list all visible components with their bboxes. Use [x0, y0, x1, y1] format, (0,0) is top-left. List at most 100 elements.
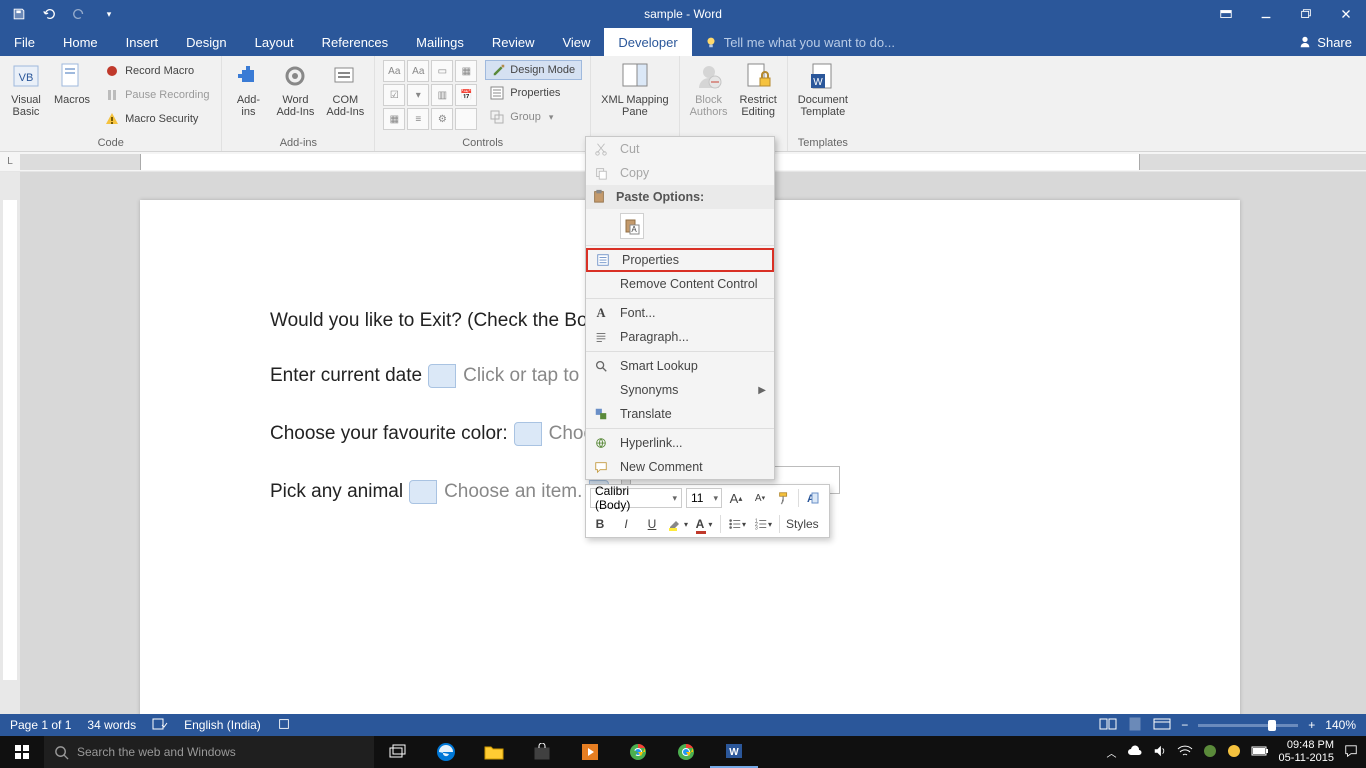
onedrive-icon[interactable]: [1127, 745, 1143, 760]
controls-gallery[interactable]: AaAa▭▦ ☑▾▥📅 ▦≡⚙: [379, 58, 481, 132]
font-color-icon[interactable]: A▾: [694, 514, 714, 534]
tab-review[interactable]: Review: [478, 28, 549, 56]
xml-mapping-pane-button[interactable]: XML Mapping Pane: [595, 58, 674, 120]
minimize-button[interactable]: [1246, 3, 1286, 25]
zoom-out-button[interactable]: −: [1181, 718, 1188, 732]
ctrl-icon[interactable]: ⚙: [431, 108, 453, 130]
close-button[interactable]: [1326, 3, 1366, 25]
action-center-icon[interactable]: [1344, 744, 1358, 761]
numbering-icon[interactable]: 123▾: [753, 514, 773, 534]
ctrl-icon[interactable]: 📅: [455, 84, 477, 106]
ctrl-icon[interactable]: Aa: [383, 60, 405, 82]
date-picker-control[interactable]: Click or tap to e: [428, 362, 602, 390]
underline-icon[interactable]: U: [642, 514, 662, 534]
format-painter-icon[interactable]: [774, 488, 794, 508]
highlight-icon[interactable]: ▾: [668, 514, 688, 534]
styles-button[interactable]: Styles: [786, 514, 819, 534]
dropdown-control[interactable]: Choose an item.: [409, 478, 609, 506]
ctx-translate[interactable]: Translate: [586, 402, 774, 426]
paste-keep-text-icon[interactable]: A: [620, 213, 644, 239]
language-indicator[interactable]: English (India): [184, 718, 261, 732]
tab-mailings[interactable]: Mailings: [402, 28, 478, 56]
macro-record-icon[interactable]: [277, 717, 291, 734]
tab-design[interactable]: Design: [172, 28, 240, 56]
tray-app-icon-2[interactable]: [1227, 744, 1241, 761]
tab-home[interactable]: Home: [49, 28, 112, 56]
ctrl-icon[interactable]: ≡: [407, 108, 429, 130]
ctx-paragraph[interactable]: Paragraph...: [586, 325, 774, 349]
ctx-synonyms[interactable]: Synonyms▶: [586, 378, 774, 402]
tell-me-search[interactable]: Tell me what you want to do...: [692, 28, 907, 56]
task-view-icon[interactable]: [374, 736, 422, 768]
restore-button[interactable]: [1286, 3, 1326, 25]
vertical-ruler[interactable]: [0, 172, 20, 736]
save-icon[interactable]: [8, 3, 30, 25]
italic-icon[interactable]: I: [616, 514, 636, 534]
macro-security-button[interactable]: Macro Security: [100, 108, 213, 130]
zoom-level[interactable]: 140%: [1325, 718, 1356, 732]
visual-basic-button[interactable]: VB Visual Basic: [4, 58, 48, 120]
ctx-hyperlink[interactable]: Hyperlink...: [586, 431, 774, 455]
ctx-properties[interactable]: Properties: [586, 248, 774, 272]
share-button[interactable]: Share: [1284, 28, 1366, 56]
font-size-selector[interactable]: 11: [686, 488, 722, 508]
ctrl-icon[interactable]: Aa: [407, 60, 429, 82]
design-mode-button[interactable]: Design Mode: [485, 60, 582, 80]
word-count[interactable]: 34 words: [87, 718, 136, 732]
spellcheck-icon[interactable]: [152, 717, 168, 734]
document-template-button[interactable]: WDocument Template: [792, 58, 854, 120]
ctx-smart-lookup[interactable]: Smart Lookup: [586, 354, 774, 378]
tray-chevron-icon[interactable]: ︿: [1107, 745, 1117, 760]
bullets-icon[interactable]: ▾: [727, 514, 747, 534]
file-explorer-icon[interactable]: [470, 736, 518, 768]
tab-selector[interactable]: L: [0, 152, 20, 172]
zoom-slider[interactable]: [1198, 724, 1298, 727]
ribbon-options-icon[interactable]: [1206, 3, 1246, 25]
grow-font-icon[interactable]: A▴: [726, 488, 746, 508]
pause-recording-button[interactable]: Pause Recording: [100, 84, 213, 106]
tray-app-icon[interactable]: [1203, 744, 1217, 761]
ctrl-icon[interactable]: ▥: [431, 84, 453, 106]
word-taskbar-icon[interactable]: W: [710, 736, 758, 768]
macros-button[interactable]: Macros: [48, 58, 96, 108]
wifi-icon[interactable]: [1177, 745, 1193, 760]
restrict-editing-button[interactable]: Restrict Editing: [734, 58, 783, 120]
media-player-icon[interactable]: [566, 736, 614, 768]
battery-icon[interactable]: [1251, 745, 1269, 759]
volume-icon[interactable]: [1153, 744, 1167, 761]
tab-references[interactable]: References: [308, 28, 402, 56]
font-family-selector[interactable]: Calibri (Body): [590, 488, 682, 508]
ctrl-icon[interactable]: ▦: [383, 108, 405, 130]
styles-icon[interactable]: A: [803, 488, 819, 508]
chrome-icon-2[interactable]: [662, 736, 710, 768]
com-addins-button[interactable]: COM Add-Ins: [320, 58, 370, 120]
print-layout-icon[interactable]: [1127, 717, 1143, 734]
edge-icon[interactable]: [422, 736, 470, 768]
store-icon[interactable]: [518, 736, 566, 768]
ctx-font[interactable]: AFont...: [586, 301, 774, 325]
tab-insert[interactable]: Insert: [112, 28, 173, 56]
tab-developer[interactable]: Developer: [604, 28, 691, 56]
ctrl-icon[interactable]: ▭: [431, 60, 453, 82]
bold-icon[interactable]: B: [590, 514, 610, 534]
shrink-font-icon[interactable]: A▾: [750, 488, 770, 508]
record-macro-button[interactable]: Record Macro: [100, 60, 213, 82]
properties-button[interactable]: Properties: [485, 82, 582, 104]
group-button[interactable]: Group▾: [485, 106, 582, 128]
read-mode-icon[interactable]: [1099, 717, 1117, 734]
tab-layout[interactable]: Layout: [241, 28, 308, 56]
block-authors-button[interactable]: Block Authors: [684, 58, 734, 120]
clock[interactable]: 09:48 PM05-11-2015: [1279, 739, 1334, 765]
start-button[interactable]: [0, 736, 44, 768]
ctrl-icon[interactable]: ▦: [455, 60, 477, 82]
undo-icon[interactable]: [38, 3, 60, 25]
ctx-new-comment[interactable]: New Comment: [586, 455, 774, 479]
zoom-in-button[interactable]: +: [1308, 718, 1315, 732]
qat-customize-icon[interactable]: ▾: [98, 3, 120, 25]
addins-button[interactable]: Add- ins: [226, 58, 270, 120]
ctrl-icon[interactable]: ☑: [383, 84, 405, 106]
ctrl-icon[interactable]: ▾: [407, 84, 429, 106]
word-addins-button[interactable]: Word Add-Ins: [270, 58, 320, 120]
chrome-icon[interactable]: [614, 736, 662, 768]
ctx-remove-content-control[interactable]: Remove Content Control: [586, 272, 774, 296]
